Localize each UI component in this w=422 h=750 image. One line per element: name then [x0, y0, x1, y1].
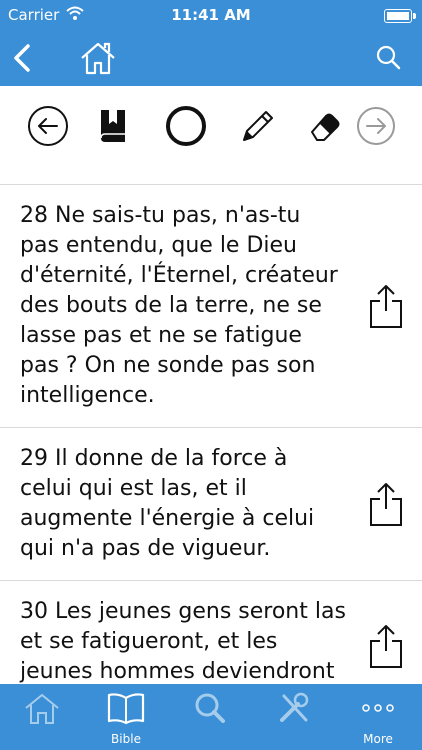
share-icon[interactable] [368, 481, 404, 527]
battery-icon [384, 9, 416, 23]
tab-search[interactable] [168, 684, 252, 750]
book-icon [107, 693, 145, 725]
tab-home[interactable] [0, 684, 84, 750]
bookmark-book-icon[interactable] [92, 104, 136, 148]
search-icon[interactable] [368, 38, 408, 78]
tools-icon [280, 692, 309, 722]
tab-label: Bible [111, 732, 141, 746]
tab-bar: Bible More [0, 684, 422, 750]
nav-bar [0, 30, 422, 86]
status-time: 11:41 AM [171, 6, 251, 24]
verse-text: 30 Les jeunes gens seront las et se fati… [20, 599, 346, 684]
pencil-icon[interactable] [236, 104, 280, 148]
verse-item[interactable]: 30 Les jeunes gens seront las et se fati… [0, 580, 422, 684]
verse-text: 28 Ne sais-tu pas, n'as-tu pas entendu, … [20, 203, 338, 408]
verse-item[interactable]: 29 Il donne de la force à celui qui est … [0, 427, 422, 580]
circle-icon[interactable] [164, 104, 208, 148]
home-icon[interactable] [78, 38, 118, 78]
tab-bible[interactable]: Bible [84, 684, 168, 750]
verse-partial-top [0, 166, 422, 184]
share-icon[interactable] [368, 283, 404, 329]
arrow-right-icon[interactable] [354, 104, 398, 148]
status-bar: Carrier 11:41 AM [0, 0, 422, 30]
back-chevron-icon[interactable] [4, 38, 44, 78]
verse-text: 29 Il donne de la force à celui qui est … [20, 446, 315, 561]
verse-list[interactable]: 28 Ne sais-tu pas, n'as-tu pas entendu, … [0, 166, 422, 684]
share-icon[interactable] [368, 623, 404, 669]
tab-tools[interactable] [252, 684, 336, 750]
annotation-toolbar [0, 86, 422, 166]
more-icon [362, 704, 394, 712]
verse-item[interactable]: 28 Ne sais-tu pas, n'as-tu pas entendu, … [0, 184, 422, 427]
search-icon [195, 693, 225, 723]
arrow-left-icon[interactable] [26, 104, 70, 148]
tab-label: More [363, 732, 393, 746]
home-icon [25, 693, 59, 724]
tab-more[interactable]: More [336, 684, 420, 750]
eraser-icon[interactable] [302, 104, 346, 148]
